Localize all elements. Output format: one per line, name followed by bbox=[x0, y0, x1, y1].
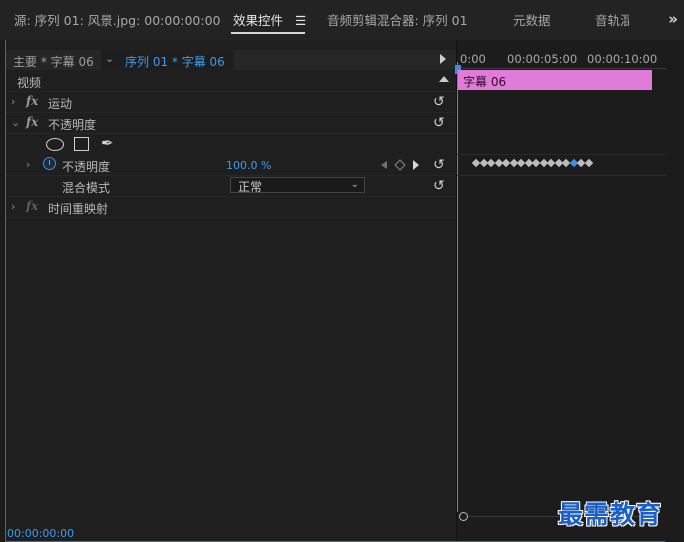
tab-metadata[interactable]: 元数据 bbox=[513, 11, 551, 31]
play-icon[interactable] bbox=[440, 54, 446, 64]
rectangle-mask-icon[interactable] bbox=[74, 137, 89, 151]
chevron-down-icon[interactable]: ⌄ bbox=[11, 116, 20, 129]
opacity-value[interactable]: 100.0 % bbox=[226, 159, 271, 172]
reset-icon[interactable]: ↺ bbox=[433, 94, 445, 110]
video-section-header: 视频 bbox=[6, 71, 456, 92]
reset-icon[interactable]: ↺ bbox=[433, 115, 445, 131]
sequence-clip-label: 序列 01 * 字幕 06 bbox=[125, 55, 225, 69]
opacity-group-label: 不透明度 bbox=[48, 118, 97, 132]
chevron-down-icon: ⌄ bbox=[105, 52, 115, 65]
tab-source[interactable]: 源: 序列 01: 风景.jpg: 00:00:00:00 bbox=[14, 11, 221, 31]
tab-audio-clip-mixer[interactable]: 音频剪辑混合器: 序列 01 bbox=[327, 11, 468, 31]
tab-audio-track-mixer[interactable]: 音轨混 bbox=[595, 11, 629, 31]
fx-icon: fx bbox=[26, 199, 39, 213]
blend-mode-label: 混合模式 bbox=[62, 181, 111, 195]
panel-menu-icon[interactable]: ☰ bbox=[295, 13, 306, 28]
ruler-label-5s: 00:00:05:00 bbox=[507, 52, 578, 66]
property-row-blend-mode: 混合模式 正常 ⌄ ↺ bbox=[6, 176, 456, 197]
keyframe[interactable] bbox=[584, 158, 593, 168]
chevron-right-icon[interactable]: › bbox=[11, 200, 15, 213]
stopwatch-icon[interactable] bbox=[43, 157, 56, 170]
property-row-opacity: › 不透明度 100.0 % ↺ bbox=[6, 155, 456, 176]
next-keyframe-icon[interactable] bbox=[413, 160, 419, 170]
current-time-display[interactable]: 00:00:00:00 bbox=[7, 527, 74, 540]
effect-row-opacity[interactable]: ⌄ fx 不透明度 ↺ bbox=[6, 113, 456, 134]
ellipse-mask-icon[interactable] bbox=[46, 138, 64, 151]
ruler-label-10s: 00:00:10:00 bbox=[587, 52, 658, 66]
pen-mask-icon[interactable]: ✒ bbox=[101, 134, 114, 152]
sequence-clip-dropdown[interactable]: ⌄ 序列 01 * 字幕 06 bbox=[101, 50, 233, 70]
watermark-logo: 最需教育 bbox=[558, 500, 663, 529]
fx-icon[interactable]: fx bbox=[26, 94, 38, 108]
track-divider bbox=[457, 175, 667, 176]
clip-selector-bar: 主要 * 字幕 06 ⌄ 序列 01 * 字幕 06 bbox=[6, 50, 456, 70]
blend-mode-value: 正常 bbox=[238, 180, 263, 194]
playhead-line[interactable] bbox=[457, 62, 458, 512]
effect-timeline-pane: 0:00 00:00:05:00 00:00:10:00 字幕 06 bbox=[455, 40, 667, 542]
time-remap-label: 时间重映射 bbox=[48, 202, 109, 216]
ruler-label-0: 0:00 bbox=[460, 52, 486, 66]
time-ruler[interactable]: 0:00 00:00:05:00 00:00:10:00 bbox=[455, 50, 667, 74]
clip-bar-label: 字幕 06 bbox=[463, 75, 507, 89]
tab-effect-controls-label: 效果控件 bbox=[233, 13, 284, 28]
clip-bar[interactable]: 字幕 06 bbox=[458, 70, 652, 90]
master-clip-label[interactable]: 主要 * 字幕 06 bbox=[13, 53, 94, 70]
opacity-property-label: 不透明度 bbox=[62, 160, 111, 174]
effect-properties-pane: 主要 * 字幕 06 ⌄ 序列 01 * 字幕 06 视频 › fx 运动 ↺ … bbox=[6, 40, 456, 542]
opacity-keyframe-track[interactable] bbox=[457, 155, 667, 175]
effect-row-time-remap[interactable]: › fx 时间重映射 bbox=[6, 197, 456, 218]
active-tab-indicator bbox=[231, 32, 305, 34]
effect-row-motion[interactable]: › fx 运动 ↺ bbox=[6, 92, 456, 113]
reset-icon[interactable]: ↺ bbox=[433, 178, 445, 194]
add-keyframe-icon[interactable] bbox=[394, 159, 406, 171]
fx-icon[interactable]: fx bbox=[26, 115, 38, 129]
collapse-up-icon[interactable] bbox=[439, 76, 449, 82]
reset-icon[interactable]: ↺ bbox=[433, 157, 445, 173]
zoom-scroll-handle[interactable] bbox=[459, 512, 468, 521]
chevron-down-icon: ⌄ bbox=[350, 179, 359, 190]
blend-mode-select[interactable]: 正常 ⌄ bbox=[230, 177, 365, 194]
panel-tab-bar: 源: 序列 01: 风景.jpg: 00:00:00:00 效果控件 ☰ 音频剪… bbox=[0, 0, 684, 40]
previous-keyframe-icon[interactable] bbox=[381, 161, 387, 169]
chevron-right-icon[interactable]: › bbox=[11, 95, 15, 108]
video-label: 视频 bbox=[17, 76, 42, 90]
effect-controls-panel: 主要 * 字幕 06 ⌄ 序列 01 * 字幕 06 视频 › fx 运动 ↺ … bbox=[5, 40, 667, 542]
overflow-tabs-icon[interactable]: » bbox=[668, 10, 678, 28]
ruler-baseline bbox=[457, 68, 667, 69]
motion-label: 运动 bbox=[48, 97, 73, 111]
chevron-right-icon[interactable]: › bbox=[26, 158, 30, 171]
tab-effect-controls[interactable]: 效果控件 ☰ bbox=[233, 11, 306, 31]
